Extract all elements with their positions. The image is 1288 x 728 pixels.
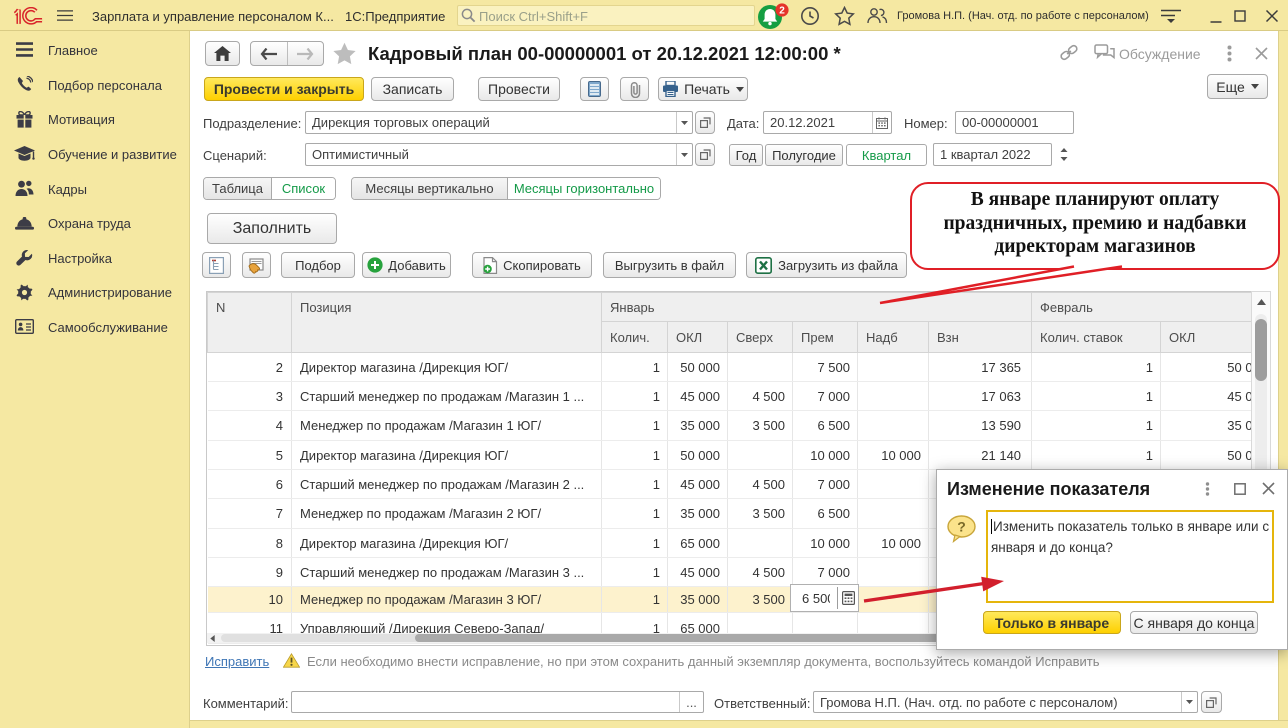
svg-text:2: 2	[779, 5, 785, 16]
svg-text:?: ?	[957, 519, 966, 535]
